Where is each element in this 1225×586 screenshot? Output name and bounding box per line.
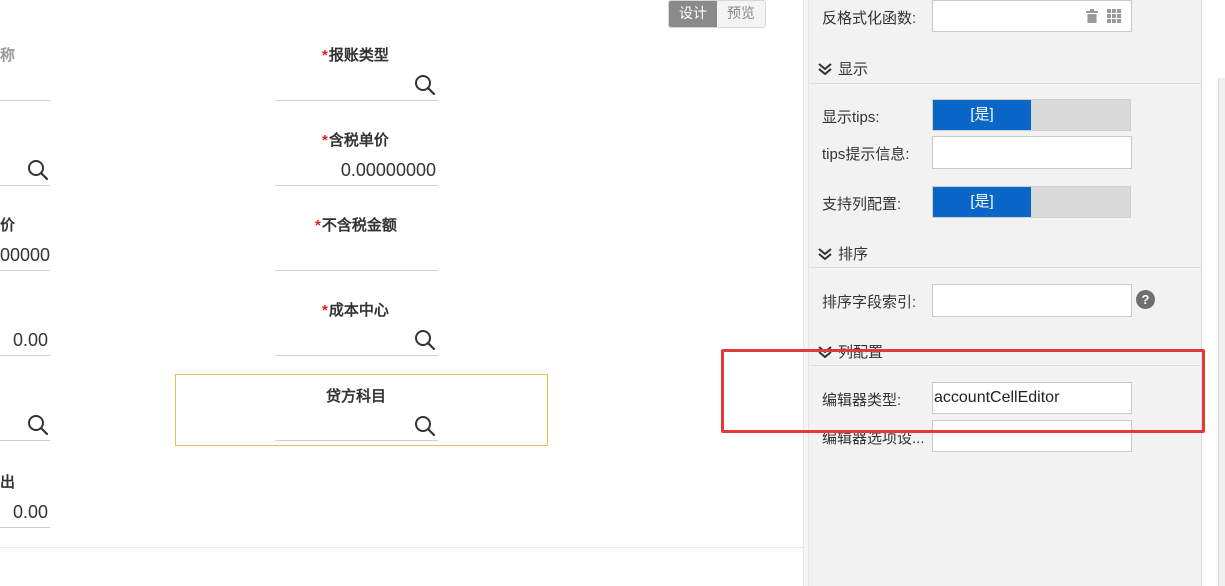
trash-icon[interactable] — [1086, 9, 1098, 23]
field-underline — [0, 270, 50, 271]
support-col-config-toggle-on[interactable]: [是] — [933, 187, 1031, 217]
preview-mode-button[interactable]: 预览 — [717, 1, 765, 27]
field-label-expense-type: *报账类型 — [322, 47, 389, 64]
unformat-func-label: 反格式化函数: — [822, 10, 917, 27]
search-icon[interactable] — [413, 328, 437, 352]
section-rule — [810, 83, 1202, 84]
field-underline — [275, 270, 438, 271]
search-icon[interactable] — [413, 414, 437, 438]
field-label-tax-unit-price: *含税单价 — [322, 132, 389, 149]
field-underline — [275, 185, 438, 186]
search-icon[interactable] — [413, 73, 437, 97]
form-design-canvas: 设计 预览 称 *报账类型 *含税单价 0.00000000 价 00000 *… — [0, 0, 805, 586]
help-icon[interactable]: ? — [1136, 290, 1155, 309]
show-tips-label: 显示tips: — [822, 109, 880, 126]
search-icon[interactable] — [26, 413, 50, 437]
field-underline — [275, 100, 438, 101]
field-underline — [275, 355, 438, 356]
field-label-price-partial: 价 — [0, 217, 16, 234]
show-tips-toggle-on[interactable]: [是] — [933, 100, 1031, 130]
unformat-func-input[interactable] — [932, 0, 1132, 32]
grid-icon[interactable] — [1107, 9, 1121, 23]
sort-field-input[interactable] — [932, 284, 1132, 317]
chevron-double-down-icon — [818, 248, 832, 260]
search-icon[interactable] — [26, 158, 50, 182]
tips-info-input[interactable] — [932, 136, 1132, 169]
field-value-price-partial[interactable]: 00000 — [0, 245, 50, 266]
field-label-name-partial: 称 — [0, 47, 16, 64]
field-value-tax-unit-price[interactable]: 0.00000000 — [278, 160, 436, 181]
field-value-left[interactable]: 0.00 — [0, 330, 48, 351]
field-label-cost-center: *成本中心 — [322, 302, 389, 319]
field-label-amount-ex-tax: *不含税金额 — [315, 217, 397, 234]
panel-scrollbar[interactable] — [1218, 78, 1225, 586]
highlight-annotation-box — [721, 349, 1205, 433]
field-underline — [0, 185, 50, 186]
chevron-double-down-icon — [818, 63, 832, 75]
support-col-config-toggle[interactable]: [是] — [932, 186, 1131, 218]
field-underline — [0, 355, 50, 356]
tips-info-label: tips提示信息: — [822, 146, 910, 163]
mode-toggle: 设计 预览 — [668, 0, 766, 28]
field-underline — [0, 440, 50, 441]
field-label-out-partial: 出 — [0, 474, 16, 491]
support-col-config-label: 支持列配置: — [822, 196, 902, 213]
field-underline — [275, 440, 438, 441]
section-display-header[interactable]: 显示 — [818, 58, 868, 79]
sort-field-label: 排序字段索引: — [822, 294, 917, 311]
field-underline — [0, 100, 50, 101]
design-mode-button[interactable]: 设计 — [669, 1, 717, 27]
field-underline — [0, 527, 50, 528]
section-sort-header[interactable]: 排序 — [818, 243, 868, 264]
field-value-out-partial[interactable]: 0.00 — [0, 502, 48, 523]
section-rule — [810, 267, 1202, 268]
section-separator — [0, 547, 803, 548]
show-tips-toggle[interactable]: [是] — [932, 99, 1131, 131]
field-label-credit-account: 贷方科目 — [326, 388, 387, 405]
